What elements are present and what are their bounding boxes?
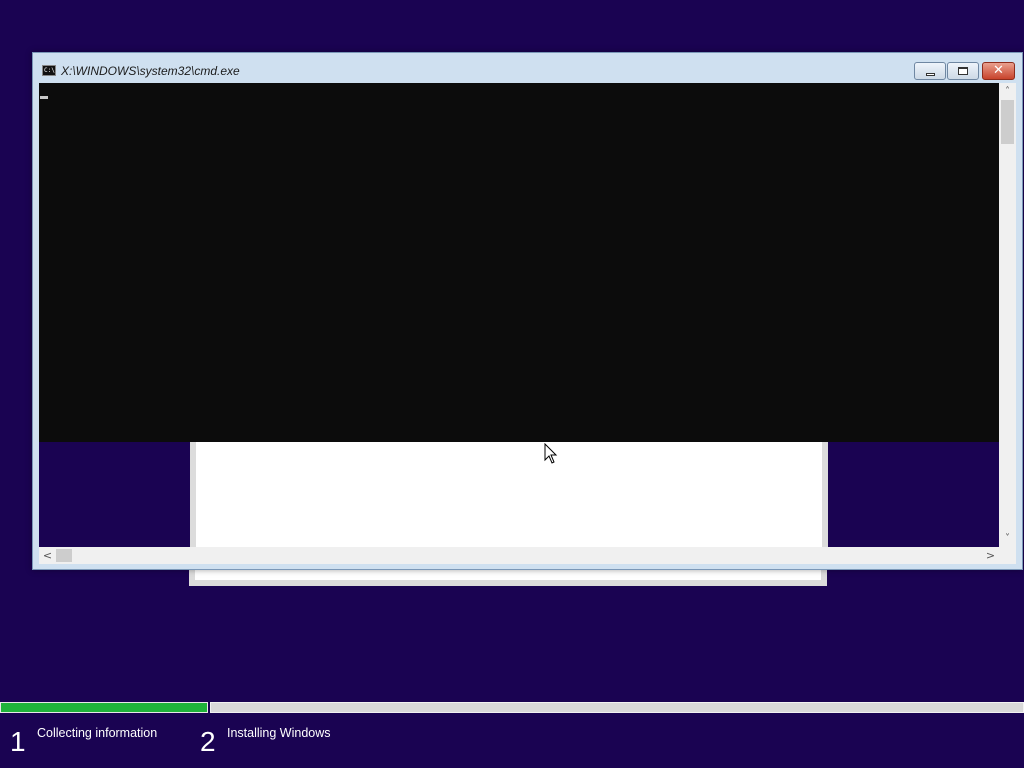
progress-bar-remaining	[210, 702, 1024, 713]
scroll-corner	[999, 547, 1016, 564]
mouse-pointer-icon	[544, 443, 558, 464]
minimize-button[interactable]	[914, 62, 946, 80]
horizontal-scroll-thumb[interactable]	[56, 549, 72, 562]
horizontal-scrollbar[interactable]: < >	[39, 547, 999, 564]
minimize-icon	[925, 72, 935, 76]
window-title: X:\WINDOWS\system32\cmd.exe	[61, 64, 240, 78]
scroll-right-icon[interactable]: >	[982, 547, 999, 564]
step-label: Collecting information	[37, 726, 158, 740]
setup-dialog-visible-part	[190, 442, 828, 547]
close-button[interactable]: ✕	[982, 62, 1015, 80]
scroll-up-icon[interactable]: ˄	[999, 83, 1016, 100]
setup-dialog-body	[196, 442, 822, 547]
vertical-scrollbar[interactable]: ˄ ˅	[999, 83, 1016, 547]
console-client-area[interactable]: ˄ ˅ < >	[39, 83, 1016, 564]
cmd-window[interactable]: C:\ X:\WINDOWS\system32\cmd.exe ✕ ˄ ˅ < …	[32, 52, 1023, 570]
maximize-icon	[958, 67, 968, 75]
text-cursor	[40, 96, 48, 99]
progress-bar-complete	[0, 702, 208, 713]
step-number: 2	[200, 726, 216, 757]
close-icon: ✕	[993, 63, 1004, 78]
console-output[interactable]	[39, 83, 999, 442]
maximize-button[interactable]	[947, 62, 979, 80]
scroll-left-icon[interactable]: <	[39, 547, 56, 564]
step-label: Installing Windows	[227, 726, 331, 740]
cmd-icon: C:\	[42, 65, 56, 76]
vertical-scroll-thumb[interactable]	[1001, 100, 1014, 144]
scroll-down-icon[interactable]: ˅	[999, 530, 1016, 547]
title-bar[interactable]: C:\ X:\WINDOWS\system32\cmd.exe ✕	[33, 53, 1022, 83]
step-number: 1	[10, 726, 26, 757]
